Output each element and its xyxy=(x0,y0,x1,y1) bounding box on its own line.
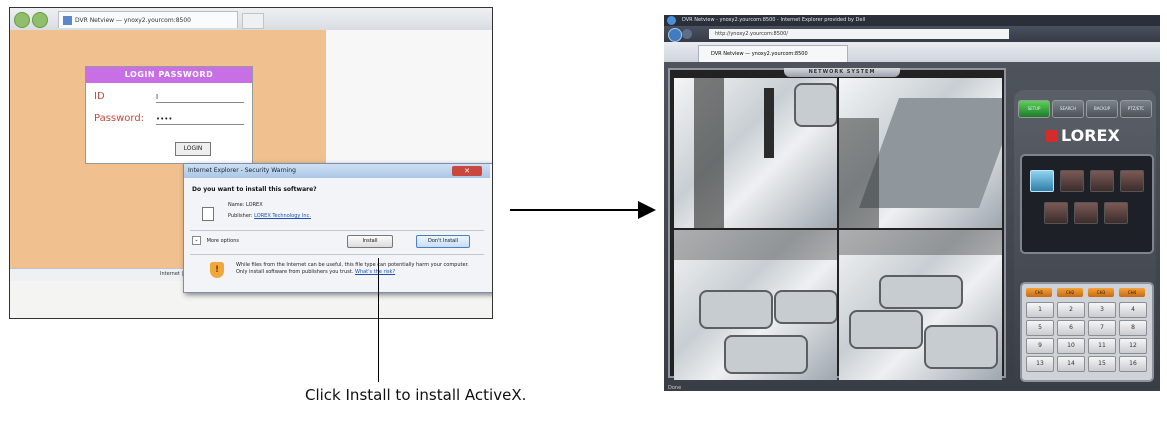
browser-tab[interactable]: DVR Netview — ynoxy2.yourcom:8500 xyxy=(698,45,848,62)
forward-icon[interactable] xyxy=(32,12,48,28)
login-header: LOGIN PASSWORD xyxy=(86,67,252,83)
id-field[interactable]: I xyxy=(156,93,244,103)
divider xyxy=(190,254,484,255)
arrow-shaft xyxy=(510,209,640,211)
chevron-down-icon: ⌄ xyxy=(192,236,201,245)
install-button[interactable]: Install xyxy=(347,235,393,248)
channel-button[interactable]: 16 xyxy=(1119,356,1147,372)
layout-button[interactable] xyxy=(1044,202,1068,224)
login-button[interactable]: LOGIN xyxy=(175,142,211,156)
channel-button[interactable]: 3 xyxy=(1088,302,1116,318)
channel-tab[interactable]: CH3 xyxy=(1088,288,1114,297)
layout-button[interactable] xyxy=(1060,170,1084,192)
layout-button[interactable] xyxy=(1074,202,1098,224)
channel-tab[interactable]: CH4 xyxy=(1119,288,1145,297)
layout-button[interactable] xyxy=(1104,202,1128,224)
more-options-toggle[interactable]: ⌄ More options xyxy=(192,236,239,245)
channel-button[interactable]: 10 xyxy=(1057,338,1085,354)
warning-body: While files from the Internet can be use… xyxy=(236,262,469,275)
forward-icon[interactable] xyxy=(682,29,692,39)
channel-button[interactable]: 13 xyxy=(1026,356,1054,372)
channel-button[interactable]: 15 xyxy=(1088,356,1116,372)
publisher-row: Publisher: LOREX Technology Inc. xyxy=(228,213,311,219)
address-bar-row: http://ynoxy2.yourcom:8500/ xyxy=(664,26,1160,42)
back-icon[interactable] xyxy=(668,28,682,42)
browser-tab-bar: DVR Netview — ynoxy2.yourcom:8500 xyxy=(664,42,1160,62)
status-text: Done xyxy=(668,385,682,391)
ie-logo-icon xyxy=(667,16,676,25)
lorex-mark-icon xyxy=(1046,130,1058,142)
camera-view-panel: NETWORK SYSTEM xyxy=(668,68,1006,380)
channel-button[interactable]: 14 xyxy=(1057,356,1085,372)
package-icon xyxy=(202,207,214,221)
window-title: DVR Netview - ynoxy2.yourcom:8500 - Inte… xyxy=(682,17,866,23)
browser-tab[interactable]: DVR Netview — ynoxy2.yourcom:8500 xyxy=(58,11,238,28)
page-icon xyxy=(63,16,72,25)
name-label: Name: xyxy=(228,202,245,208)
dvr-netview-screenshot: DVR Netview - ynoxy2.yourcom:8500 - Inte… xyxy=(664,15,1160,391)
channel-button[interactable]: 2 xyxy=(1057,302,1085,318)
password-field[interactable]: •••• xyxy=(156,115,244,125)
camera-feed-4[interactable] xyxy=(839,230,1002,380)
camera-feed-3[interactable] xyxy=(674,230,837,380)
callout-caption: Click Install to install ActiveX. xyxy=(305,386,527,404)
publisher-label: Publisher: xyxy=(228,213,253,219)
arrow-right-icon xyxy=(638,201,656,219)
channel-selector: CH1 CH2 CH3 CH4 1 2 3 4 5 6 7 8 9 10 11 … xyxy=(1020,282,1154,382)
channel-button[interactable]: 11 xyxy=(1088,338,1116,354)
name-row: Name: LOREX xyxy=(228,202,263,208)
camera-feed-1[interactable] xyxy=(674,78,837,228)
tab-title: DVR Netview — ynoxy2.yourcom:8500 xyxy=(75,17,191,24)
window-title-bar: DVR Netview - ynoxy2.yourcom:8500 - Inte… xyxy=(664,15,1160,26)
brand-text: LOREX xyxy=(1061,126,1120,145)
control-panel: SETUP SEARCH BACKUP PTZ/ETC LOREX CH1 CH… xyxy=(1014,90,1156,386)
search-button[interactable]: SEARCH xyxy=(1052,100,1084,118)
layout-button[interactable] xyxy=(1090,170,1114,192)
layout-selector xyxy=(1020,154,1154,254)
channel-button[interactable]: 8 xyxy=(1119,320,1147,336)
publisher-link[interactable]: LOREX Technology Inc. xyxy=(254,213,311,219)
address-field[interactable]: http://ynoxy2.yourcom:8500/ xyxy=(709,29,1009,39)
channel-button[interactable]: 7 xyxy=(1088,320,1116,336)
channel-button[interactable]: 5 xyxy=(1026,320,1054,336)
camera-feed-2[interactable] xyxy=(839,78,1002,228)
layout-quad-button[interactable] xyxy=(1030,170,1054,192)
name-value: LOREX xyxy=(246,202,263,208)
callout-line xyxy=(378,258,379,382)
channel-button[interactable]: 4 xyxy=(1119,302,1147,318)
password-label: Password: xyxy=(94,113,145,124)
channel-button[interactable]: 6 xyxy=(1057,320,1085,336)
backup-button[interactable]: BACKUP xyxy=(1086,100,1118,118)
channel-tab[interactable]: CH1 xyxy=(1026,288,1052,297)
divider xyxy=(190,230,484,231)
channel-button[interactable]: 1 xyxy=(1026,302,1054,318)
dialog-title: Internet Explorer - Security Warning xyxy=(184,164,490,178)
id-label: ID xyxy=(94,91,105,102)
channel-button[interactable]: 9 xyxy=(1026,338,1054,354)
channel-button[interactable]: 12 xyxy=(1119,338,1147,354)
browser-tab-bar: DVR Netview — ynoxy2.yourcom:8500 xyxy=(10,8,492,31)
login-panel: LOGIN PASSWORD ID I Password: •••• LOGIN xyxy=(85,66,253,164)
ptz-button[interactable]: PTZ/ETC xyxy=(1120,100,1152,118)
channel-tab[interactable]: CH2 xyxy=(1057,288,1083,297)
more-options-label: More options xyxy=(206,238,239,244)
layout-button[interactable] xyxy=(1120,170,1144,192)
dvr-app: NETWORK SYSTEM SETUP SEARCH BACKUP PTZ/E… xyxy=(664,62,1160,391)
dialog-question: Do you want to install this software? xyxy=(192,186,317,193)
risk-link[interactable]: What's the risk? xyxy=(355,269,395,275)
close-icon[interactable]: ✕ xyxy=(452,166,482,176)
ie-login-screenshot: DVR Netview — ynoxy2.yourcom:8500 LOGIN … xyxy=(9,7,493,319)
new-tab-button[interactable] xyxy=(242,13,264,29)
dont-install-button[interactable]: Don't Install xyxy=(416,235,470,248)
setup-button[interactable]: SETUP xyxy=(1018,100,1050,118)
lorex-logo: LOREX xyxy=(1046,128,1146,144)
shield-warning-icon: ! xyxy=(210,262,224,278)
back-icon[interactable] xyxy=(14,12,30,28)
dvr-title: NETWORK SYSTEM xyxy=(784,68,900,77)
warning-text: While files from the Internet can be use… xyxy=(236,262,476,276)
security-warning-dialog: Internet Explorer - Security Warning ✕ D… xyxy=(183,163,492,293)
